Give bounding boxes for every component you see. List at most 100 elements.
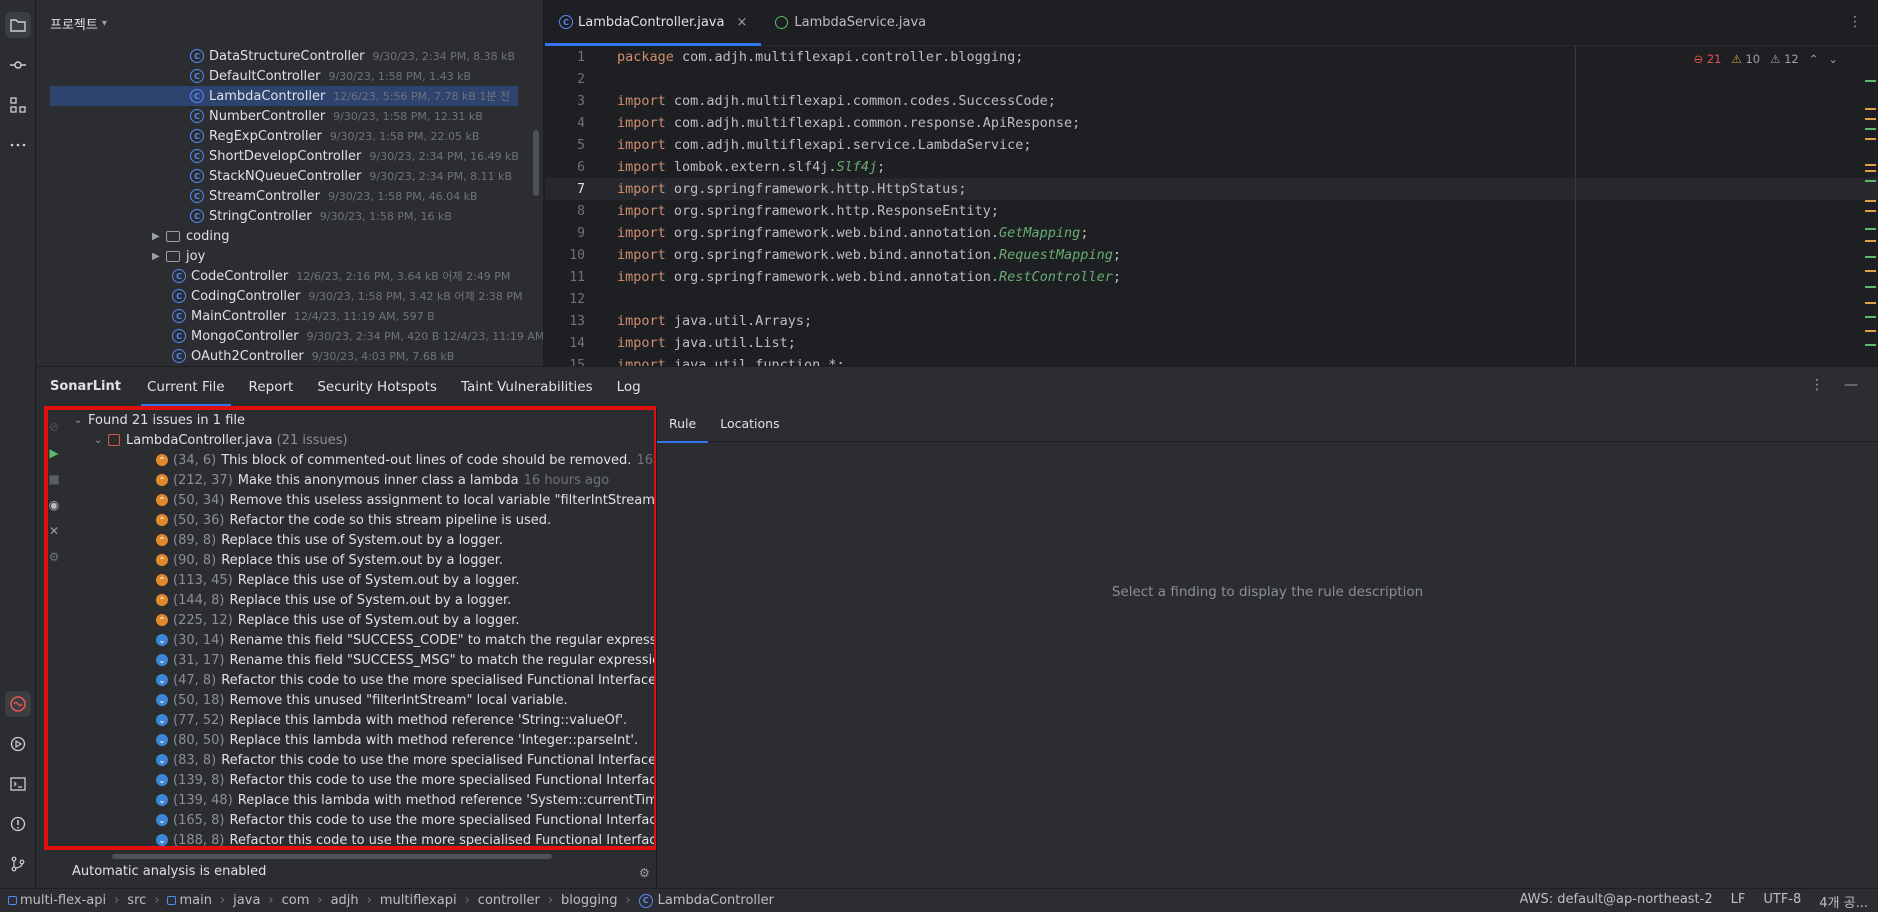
tree-item[interactable]: C ShortDevelopController 9/30/23, 2:34 PM,… <box>190 146 519 166</box>
project-folder-icon[interactable] <box>5 12 31 38</box>
issue-item[interactable]: ⌄ (30, 14) Rename this field "SUCCESS_CODE… <box>156 630 654 650</box>
issue-item[interactable]: ⌄ (165, 8) Refactor this code to use the m… <box>156 810 654 830</box>
issue-item[interactable]: ⌄ (50, 18) Remove this unused "filterIntSt… <box>156 690 568 710</box>
code-area[interactable]: 1 package com.adjh.multiflexapi.controlle… <box>545 46 1878 366</box>
tree-folder[interactable]: ▶ coding <box>152 226 229 246</box>
error-stripe[interactable] <box>1864 60 1878 360</box>
problems-icon[interactable] <box>5 811 31 837</box>
issue-item[interactable]: ⌃ (34, 6) This block of commented-out line… <box>156 450 654 470</box>
issue-item[interactable]: ⌄ (188, 8) Refactor this code to use the m… <box>156 830 654 846</box>
tree-item[interactable]: C CodingController 9/30/23, 1:58 PM, 3.42 … <box>172 286 523 306</box>
issue-item[interactable]: ⌄ (80, 50) Replace this lambda with method… <box>156 730 638 750</box>
issues-horizontal-scrollbar[interactable] <box>112 854 552 859</box>
tree-item[interactable]: C StringController 9/30/23, 1:58 PM, 16 kB <box>190 206 452 226</box>
more-vertical-icon[interactable]: ⋮ <box>1848 14 1862 30</box>
tree-item[interactable]: C StackNQueueController 9/30/23, 2:34 PM, … <box>190 166 512 186</box>
issue-item[interactable]: ⌃ (113, 45) Replace this use of System.out… <box>156 570 520 590</box>
chevron-down-icon[interactable]: ⌄ <box>94 435 108 446</box>
tree-item-selected[interactable]: C LambdaController 12/6/23, 5:56 PM, 7.78 … <box>50 86 518 106</box>
code-line: 11 import org.springframework.web.bind.an… <box>569 269 1121 285</box>
breadcrumb-item[interactable]: blogging <box>561 893 617 908</box>
minor-severity-icon: ⌄ <box>156 834 168 846</box>
issues-tree[interactable]: ⌄ Found 21 issues in 1 file ⌄ LambdaContro… <box>44 406 658 850</box>
breadcrumb-item[interactable]: src <box>127 893 146 908</box>
issue-item[interactable]: ⌃ (50, 34) Remove this useless assignment … <box>156 490 654 510</box>
line-separator[interactable]: LF <box>1731 892 1746 911</box>
terminal-icon[interactable] <box>5 771 31 797</box>
breadcrumb-item[interactable]: main <box>179 893 211 908</box>
structure-icon[interactable] <box>5 92 31 118</box>
tree-item[interactable]: C RegExpController 9/30/23, 1:58 PM, 22.05… <box>190 126 479 146</box>
sonarlint-body: ⊘ ▶ ■ ◉ ✕ ⚙ ⌄ Found 21 issues in 1 file ⌄… <box>36 406 1878 888</box>
minor-severity-icon: ⌄ <box>156 774 168 786</box>
indent-setting[interactable]: 4개 공... <box>1819 892 1868 911</box>
breadcrumb-item[interactable]: adjh <box>331 893 359 908</box>
chevron-right-icon[interactable]: ▶ <box>152 251 166 262</box>
minor-severity-icon: ⌄ <box>156 814 168 826</box>
project-scrollbar[interactable] <box>533 130 539 196</box>
tree-item[interactable]: C DataStructureController 9/30/23, 2:34 PM… <box>190 46 515 66</box>
editor-tabs: C LambdaController.java × LambdaService.… <box>545 0 1878 46</box>
tab-log[interactable]: Log <box>605 367 653 407</box>
tree-item[interactable]: C NumberController 9/30/23, 1:58 PM, 12.31… <box>190 106 483 126</box>
tree-item[interactable]: C CodeController 12/6/23, 2:16 PM, 3.64 kB… <box>172 266 510 286</box>
minimize-icon[interactable]: — <box>1844 377 1858 393</box>
tree-item[interactable]: C StreamController 9/30/23, 1:58 PM, 46.04… <box>190 186 478 206</box>
issue-item[interactable]: ⌄ (47, 8) Refactor this code to use the mo… <box>156 670 654 690</box>
issue-item[interactable]: ⌃ (90, 8) Replace this use of System.out b… <box>156 550 503 570</box>
tree-folder[interactable]: ▶ joy <box>152 246 205 266</box>
tree-item[interactable]: C MainController 12/4/23, 11:19 AM, 597 B <box>172 306 435 326</box>
chevron-down-icon[interactable]: ⌄ <box>74 415 88 426</box>
more-tools-icon[interactable] <box>5 132 31 158</box>
chevron-right-icon: › <box>625 893 631 908</box>
issue-item[interactable]: ⌃ (212, 37) Make this anonymous inner clas… <box>156 470 609 490</box>
class-icon: C <box>190 109 204 123</box>
tab-security-hotspots[interactable]: Security Hotspots <box>305 367 449 407</box>
class-icon: C <box>638 893 653 908</box>
issues-file-node[interactable]: ⌄ LambdaController.java (21 issues) <box>94 430 348 450</box>
aws-profile[interactable]: AWS: default@ap-northeast-2 <box>1520 892 1713 911</box>
breadcrumb-item[interactable]: multi-flex-api <box>20 893 106 908</box>
issue-item[interactable]: ⌄ (139, 8) Refactor this code to use the m… <box>156 770 654 790</box>
issue-item[interactable]: ⌄ (77, 52) Replace this lambda with method… <box>156 710 627 730</box>
folder-icon <box>166 230 180 242</box>
code-line: 6 import lombok.extern.slf4j.Slf4j; <box>577 159 886 175</box>
tree-item[interactable]: C MongoController 9/30/23, 2:34 PM, 420 B … <box>172 326 543 346</box>
tab-lambda-service[interactable]: LambdaService.java <box>761 0 940 45</box>
tree-item[interactable]: C OAuth2Controller 9/30/23, 4:03 PM, 7.68 … <box>172 346 454 366</box>
breadcrumb-item[interactable]: multiflexapi <box>380 893 457 908</box>
analysis-settings-icon[interactable]: ⚙ <box>639 866 650 880</box>
issue-item[interactable]: ⌄ (83, 8) Refactor this code to use the mo… <box>156 750 654 770</box>
more-vertical-icon[interactable]: ⋮ <box>1810 377 1824 393</box>
tab-current-file[interactable]: Current File <box>135 367 237 407</box>
breadcrumb-item[interactable]: com <box>282 893 310 908</box>
file-encoding[interactable]: UTF-8 <box>1763 892 1801 911</box>
services-icon[interactable] <box>5 731 31 757</box>
issue-item[interactable]: ⌃ (225, 12) Replace this use of System.out… <box>156 610 520 630</box>
code-line: 2 <box>577 71 585 87</box>
chevron-right-icon[interactable]: ▶ <box>152 231 166 242</box>
right-margin-guide <box>1575 46 1576 366</box>
issue-item[interactable]: ⌃ (144, 8) Replace this use of System.out … <box>156 590 511 610</box>
breadcrumb-item[interactable]: java <box>233 893 260 908</box>
tab-rule[interactable]: Rule <box>657 406 709 443</box>
commit-icon[interactable] <box>5 52 31 78</box>
sonarlint-icon[interactable] <box>5 691 31 717</box>
issues-summary[interactable]: ⌄ Found 21 issues in 1 file <box>74 410 245 430</box>
tab-lambda-controller[interactable]: C LambdaController.java × <box>545 0 762 46</box>
tab-report[interactable]: Report <box>237 367 306 407</box>
issue-item[interactable]: ⌄ (139, 48) Replace this lambda with metho… <box>156 790 654 810</box>
issue-item[interactable]: ⌃ (89, 8) Replace this use of System.out b… <box>156 530 503 550</box>
breadcrumb-item[interactable]: controller <box>478 893 540 908</box>
minor-severity-icon: ⌄ <box>156 654 168 666</box>
issue-item[interactable]: ⌃ (50, 36) Refactor the code so this strea… <box>156 510 551 530</box>
project-view-selector[interactable]: 프로젝트 ▾ <box>36 0 543 46</box>
close-icon[interactable]: × <box>736 15 747 30</box>
tab-taint-vulnerabilities[interactable]: Taint Vulnerabilities <box>449 367 605 407</box>
issue-item[interactable]: ⌄ (31, 17) Rename this field "SUCCESS_MSG"… <box>156 650 654 670</box>
git-icon[interactable] <box>5 851 31 877</box>
tree-item[interactable]: C DefaultController 9/30/23, 1:58 PM, 1.43… <box>190 66 471 86</box>
breadcrumb-item[interactable]: LambdaController <box>658 893 774 908</box>
tab-locations[interactable]: Locations <box>708 406 791 442</box>
chevron-down-icon: ▾ <box>101 17 107 29</box>
